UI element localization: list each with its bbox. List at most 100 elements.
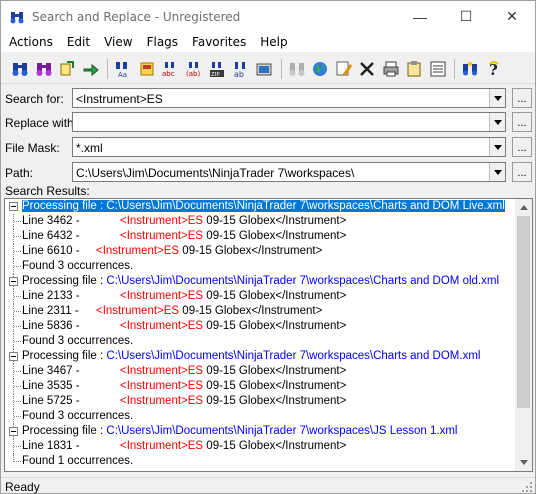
path-value[interactable]: C:\Users\Jim\Documents\NinjaTrader 7\wor… xyxy=(76,166,354,180)
binoculars-icon xyxy=(10,11,24,23)
match-text: <Instrument>ES xyxy=(120,320,204,332)
search-for-browse-button[interactable]: ... xyxy=(512,88,532,108)
zip-search-button[interactable]: ZIP xyxy=(206,58,228,80)
explorer-button[interactable] xyxy=(253,58,275,80)
replace-abc-button[interactable]: abc xyxy=(159,58,181,80)
menu-flags[interactable]: Flags xyxy=(140,35,185,49)
web-button[interactable] xyxy=(309,58,331,80)
file-mask-value[interactable]: *.xml xyxy=(76,141,103,155)
file-node-label: Processing file : C:\Users\Jim\Documents… xyxy=(22,425,457,437)
match-context: 09-15 Globex</Instrument> xyxy=(203,380,347,392)
occurrence-summary[interactable]: Found 3 occurrences. xyxy=(5,259,532,274)
match-line[interactable]: Line 3467 - <Instrument>ES 09-15 Globex</… xyxy=(5,364,532,379)
help-button[interactable]: ? xyxy=(483,58,505,80)
menu-help[interactable]: Help xyxy=(253,35,294,49)
svg-text:(ab): (ab) xyxy=(186,70,200,78)
chevron-down-icon xyxy=(493,119,502,125)
scroll-down-arrow[interactable] xyxy=(515,454,532,471)
list-button[interactable] xyxy=(427,58,449,80)
find-in-files-button[interactable]: Aa xyxy=(112,58,134,80)
replace-with-combo[interactable] xyxy=(72,112,506,132)
search-for-dropdown[interactable] xyxy=(489,89,505,107)
search-button[interactable] xyxy=(9,58,31,80)
match-text: <Instrument>ES xyxy=(120,395,204,407)
tree-file-node[interactable]: Processing file : C:\Users\Jim\Documents… xyxy=(5,199,532,214)
collapse-icon[interactable] xyxy=(9,277,18,286)
close-button[interactable]: ✕ xyxy=(489,1,535,32)
match-text: <Instrument>ES xyxy=(120,440,204,452)
tree-file-node[interactable]: Processing file : C:\Users\Jim\Documents… xyxy=(5,274,532,289)
match-line[interactable]: Line 3535 - <Instrument>ES 09-15 Globex</… xyxy=(5,379,532,394)
status-bar: Ready xyxy=(1,477,535,494)
line-number: Line 3462 - xyxy=(22,215,80,227)
occurrence-summary[interactable]: Found 3 occurrences. xyxy=(5,409,532,424)
explorer-icon xyxy=(256,63,272,75)
match-line[interactable]: Line 5725 - <Instrument>ES 09-15 Globex</… xyxy=(5,394,532,409)
match-line[interactable]: Line 1831 - <Instrument>ES 09-15 Globex</… xyxy=(5,439,532,454)
replace-button[interactable] xyxy=(56,58,78,80)
line-number: Line 1831 - xyxy=(22,440,80,452)
clipboard-button[interactable] xyxy=(403,58,425,80)
match-text: <Instrument>ES xyxy=(96,245,180,257)
tree-file-node[interactable]: Processing file : C:\Users\Jim\Documents… xyxy=(5,349,532,364)
path-dropdown[interactable] xyxy=(489,163,505,181)
menu-view[interactable]: View xyxy=(97,35,139,49)
replace-ab-button[interactable]: (ab) xyxy=(183,58,205,80)
replace-in-files-button[interactable] xyxy=(136,58,158,80)
collapse-icon[interactable] xyxy=(9,427,18,436)
menu-actions[interactable]: Actions xyxy=(1,35,60,49)
line-number: Line 6610 - xyxy=(22,245,80,257)
minimize-button[interactable]: — xyxy=(397,1,443,32)
path-browse-button[interactable]: ... xyxy=(512,162,532,182)
delete-button[interactable] xyxy=(356,58,378,80)
toolbar-separator xyxy=(107,58,108,79)
file-mask-dropdown[interactable] xyxy=(489,138,505,156)
tree-file-node[interactable]: Processing file : C:\Users\Jim\Documents… xyxy=(5,424,532,439)
replace-with-browse-button[interactable]: ... xyxy=(512,112,532,132)
match-line[interactable]: Line 5836 - <Instrument>ES 09-15 Globex</… xyxy=(5,319,532,334)
results-scrollbar[interactable] xyxy=(515,199,532,471)
match-line[interactable]: Line 3462 - <Instrument>ES 09-15 Globex</… xyxy=(5,214,532,229)
scroll-up-arrow[interactable] xyxy=(515,199,532,216)
print-button[interactable] xyxy=(380,58,402,80)
replace-regex-button[interactable]: ab xyxy=(230,58,252,80)
search-for-combo[interactable]: <Instrument>ES xyxy=(72,88,506,108)
maximize-button[interactable]: ☐ xyxy=(443,1,489,32)
search-for-value[interactable]: <Instrument>ES xyxy=(76,92,163,106)
occurrence-summary[interactable]: Found 3 occurrences. xyxy=(5,334,532,349)
tree-connector xyxy=(14,341,21,342)
search-files-button[interactable] xyxy=(33,58,55,80)
svg-text:ab: ab xyxy=(234,70,244,78)
search-results-tree[interactable]: Processing file : C:\Users\Jim\Documents… xyxy=(4,198,533,472)
disabled-search-button[interactable] xyxy=(286,58,308,80)
search-icon xyxy=(12,62,28,76)
zip-search-icon: ZIP xyxy=(210,61,224,78)
resize-grip-icon[interactable] xyxy=(521,481,533,493)
match-line[interactable]: Line 2133 - <Instrument>ES 09-15 Globex</… xyxy=(5,289,532,304)
path-combo[interactable]: C:\Users\Jim\Documents\NinjaTrader 7\wor… xyxy=(72,162,506,182)
status-text: Ready xyxy=(5,480,40,494)
chevron-down-icon xyxy=(493,95,502,101)
occurrence-summary[interactable]: Found 1 occurrences. xyxy=(5,454,532,469)
match-line[interactable]: Line 6610 - <Instrument>ES 09-15 Globex</… xyxy=(5,244,532,259)
collapse-icon[interactable] xyxy=(9,352,18,361)
menu-favorites[interactable]: Favorites xyxy=(185,35,253,49)
print-icon xyxy=(383,61,398,76)
search-favorites-icon xyxy=(463,60,477,75)
match-line[interactable]: Line 6432 - <Instrument>ES 09-15 Globex</… xyxy=(5,229,532,244)
collapse-icon[interactable] xyxy=(9,202,18,211)
search-replace-window: Search and Replace - Unregistered — ☐ ✕ … xyxy=(0,0,536,494)
match-line[interactable]: Line 2311 - <Instrument>ES 09-15 Globex</… xyxy=(5,304,532,319)
find-in-files-icon: Aa xyxy=(116,61,127,78)
title-bar[interactable]: Search and Replace - Unregistered — ☐ ✕ xyxy=(1,1,535,32)
scroll-thumb[interactable] xyxy=(517,216,530,408)
file-mask-combo[interactable]: *.xml xyxy=(72,137,506,157)
menu-edit[interactable]: Edit xyxy=(60,35,97,49)
edit-button[interactable] xyxy=(333,58,355,80)
search-results-label: Search Results: xyxy=(5,184,90,198)
replace-all-button[interactable] xyxy=(80,58,102,80)
replace-with-dropdown[interactable] xyxy=(489,113,505,131)
processing-prefix: Processing file : xyxy=(22,200,104,212)
file-mask-browse-button[interactable]: ... xyxy=(512,137,532,157)
search-favorites-button[interactable] xyxy=(459,58,481,80)
